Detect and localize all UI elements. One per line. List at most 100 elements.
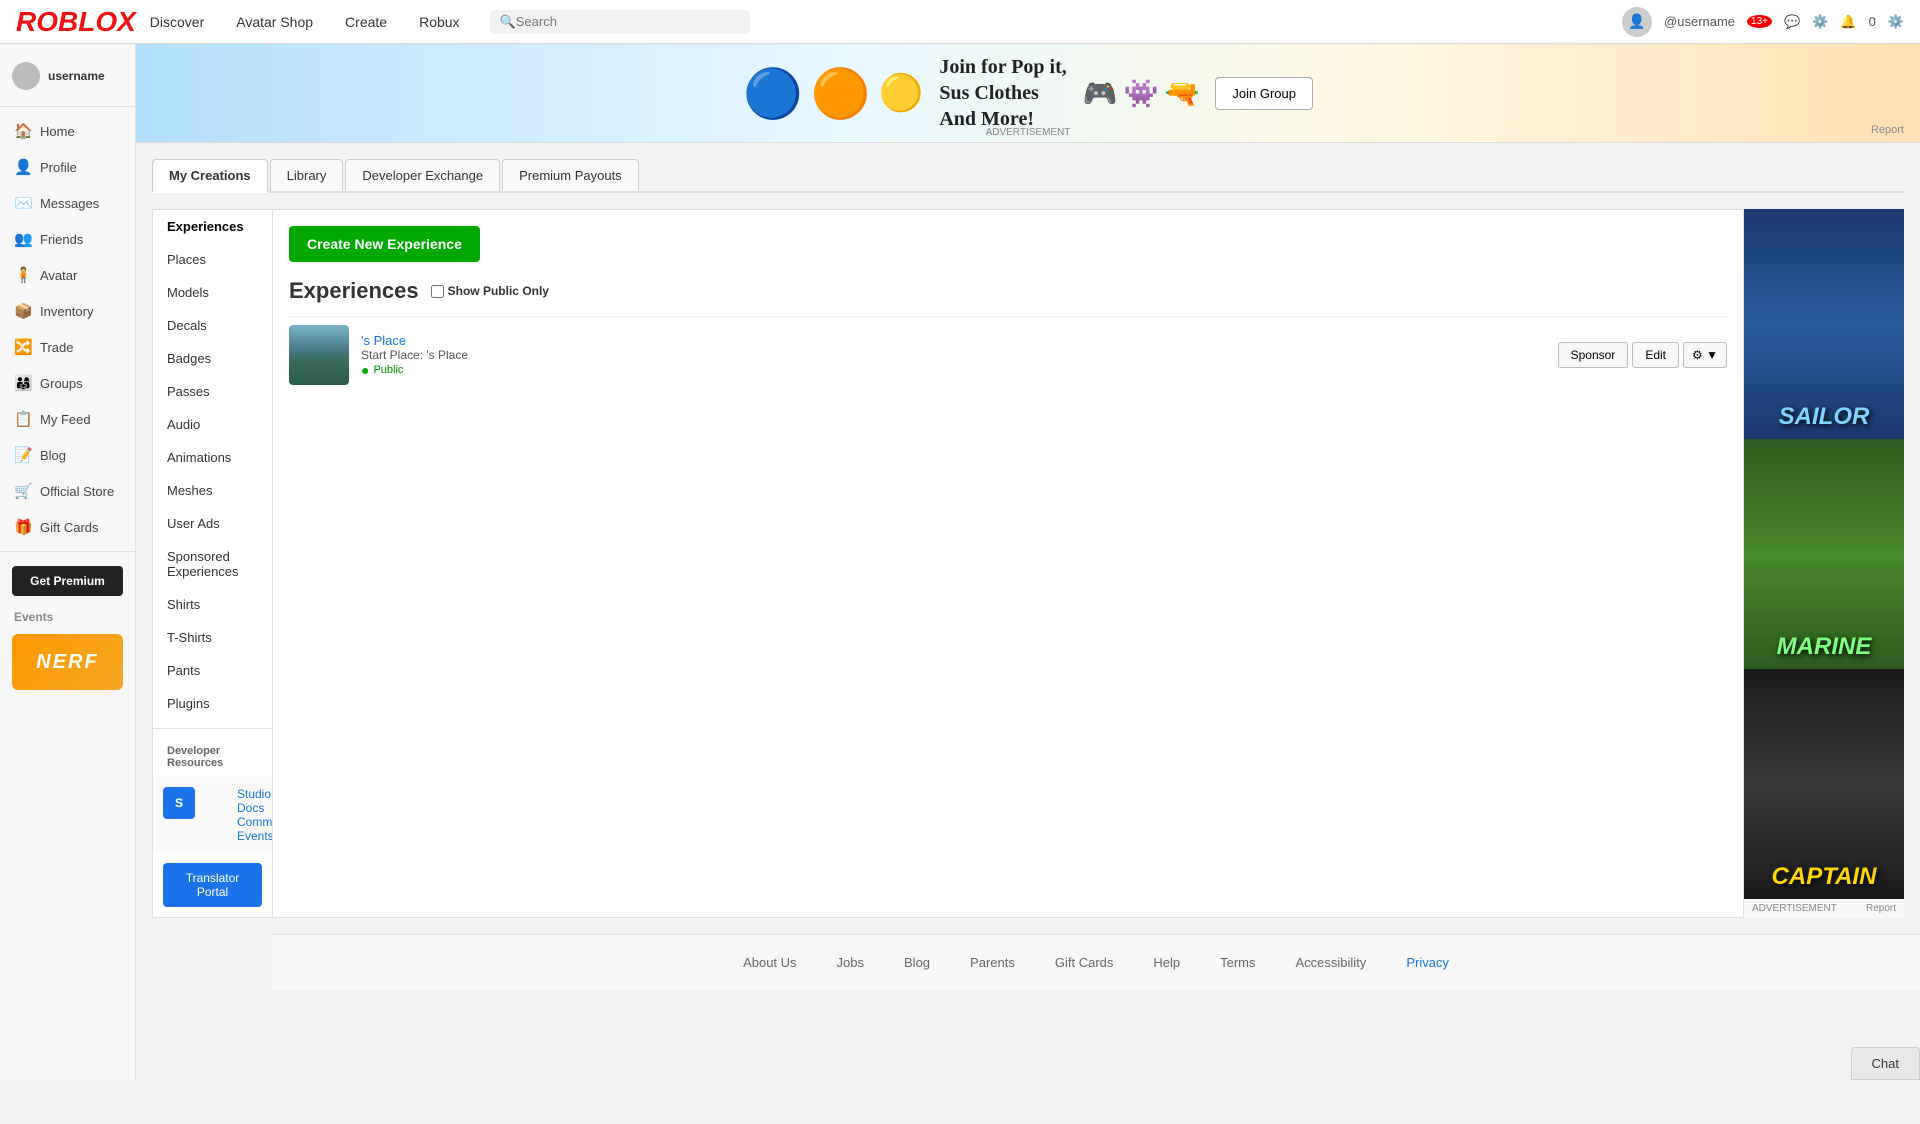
marine-label: MARINE xyxy=(1777,633,1872,661)
left-panel-shirts[interactable]: Shirts xyxy=(153,588,272,621)
search-icon: 🔍 xyxy=(500,14,516,30)
translator-portal-button[interactable]: Translator Portal xyxy=(163,863,262,907)
left-panel-animations[interactable]: Animations xyxy=(153,441,272,474)
nav-create[interactable]: Create xyxy=(331,8,401,36)
footer-help[interactable]: Help xyxy=(1153,955,1180,970)
blog-icon: 📝 xyxy=(14,446,32,464)
experience-thumbnail xyxy=(289,325,349,385)
gear-icon[interactable]: ⚙️ xyxy=(1812,14,1828,30)
edit-button[interactable]: Edit xyxy=(1632,342,1679,368)
report-ad-button[interactable]: Report xyxy=(1871,124,1904,136)
messages-icon: ✉️ xyxy=(14,194,32,212)
experience-visibility: ● Public xyxy=(361,362,1546,378)
sidebar-username: username xyxy=(48,69,105,83)
settings-icon[interactable]: ⚙️ xyxy=(1888,14,1904,30)
right-ad-footer: ADVERTISEMENT Report xyxy=(1744,899,1904,918)
avatar[interactable]: 👤 xyxy=(1622,7,1652,37)
left-panel-user-ads[interactable]: User Ads xyxy=(153,507,272,540)
tab-library[interactable]: Library xyxy=(270,159,344,191)
get-premium-button[interactable]: Get Premium xyxy=(12,566,123,596)
tab-developer-exchange[interactable]: Developer Exchange xyxy=(345,159,500,191)
nav-right-area: 👤 @username 13+ 💬 ⚙️ 🔔 0 ⚙️ xyxy=(1622,7,1904,37)
sidebar-item-profile-label: Profile xyxy=(40,160,77,175)
notification-count: 0 xyxy=(1869,14,1876,29)
pop-it-icon: 🔵 xyxy=(743,65,803,122)
right-advertisement: SAILOR MARINE CAPTAIN ADVERTISEMENT Repo… xyxy=(1744,209,1904,918)
experience-name[interactable]: 's Place xyxy=(361,333,1546,348)
sidebar-item-inventory[interactable]: 📦 Inventory xyxy=(0,293,135,329)
sidebar-item-home-label: Home xyxy=(40,124,75,139)
myfeed-icon: 📋 xyxy=(14,410,32,428)
search-bar[interactable]: 🔍 xyxy=(490,10,750,34)
ad-game-icons: 🎮👾🔫 xyxy=(1083,77,1200,110)
left-panel-places[interactable]: Places xyxy=(153,243,272,276)
pop-it-yellow: 🟡 xyxy=(879,72,924,114)
footer-jobs[interactable]: Jobs xyxy=(837,955,864,970)
notifications-icon[interactable]: 🔔 xyxy=(1840,14,1856,30)
sidebar-item-messages[interactable]: ✉️ Messages xyxy=(0,185,135,221)
sidebar-item-trade-label: Trade xyxy=(40,340,73,355)
sailor-label: SAILOR xyxy=(1779,403,1870,431)
right-ad-report-label[interactable]: Report xyxy=(1866,903,1896,914)
right-panel: Create New Experience Experiences Show P… xyxy=(272,209,1744,918)
giftcard-icon: 🎁 xyxy=(14,518,32,536)
inventory-icon: 📦 xyxy=(14,302,32,320)
sidebar-item-myfeed[interactable]: 📋 My Feed xyxy=(0,401,135,437)
footer-terms[interactable]: Terms xyxy=(1220,955,1255,970)
main-tabs: My Creations Library Developer Exchange … xyxy=(152,159,1904,193)
left-panel-meshes[interactable]: Meshes xyxy=(153,474,272,507)
experience-settings-button[interactable]: ⚙ ▼ xyxy=(1683,342,1727,368)
left-panel-experiences[interactable]: Experiences xyxy=(153,210,272,243)
experience-actions: Sponsor Edit ⚙ ▼ xyxy=(1558,342,1727,368)
nav-links: Discover Avatar Shop Create Robux xyxy=(136,8,474,36)
footer-blog[interactable]: Blog xyxy=(904,955,930,970)
sidebar-item-home[interactable]: 🏠 Home xyxy=(0,113,135,149)
nav-avatar-shop[interactable]: Avatar Shop xyxy=(222,8,327,36)
join-group-button[interactable]: Join Group xyxy=(1215,77,1313,110)
left-panel-pants[interactable]: Pants xyxy=(153,654,272,687)
chat-icon[interactable]: 💬 xyxy=(1784,14,1800,30)
left-panel-badges[interactable]: Badges xyxy=(153,342,272,375)
sidebar: username 🏠 Home 👤 Profile ✉️ Messages 👥 … xyxy=(0,44,136,1080)
left-panel-tshirts[interactable]: T-Shirts xyxy=(153,621,272,654)
sidebar-item-officialstore[interactable]: 🛒 Official Store xyxy=(0,473,135,509)
footer-giftcards[interactable]: Gift Cards xyxy=(1055,955,1114,970)
left-panel-decals[interactable]: Decals xyxy=(153,309,272,342)
events-nerf-banner[interactable]: NERF xyxy=(12,634,123,690)
experience-item: 's Place Start Place: 's Place ● Public … xyxy=(289,316,1727,393)
footer-parents[interactable]: Parents xyxy=(970,955,1015,970)
tab-premium-payouts[interactable]: Premium Payouts xyxy=(502,159,639,191)
left-panel-models[interactable]: Models xyxy=(153,276,272,309)
nav-robux[interactable]: Robux xyxy=(405,8,473,36)
sidebar-item-profile[interactable]: 👤 Profile xyxy=(0,149,135,185)
sidebar-item-friends[interactable]: 👥 Friends xyxy=(0,221,135,257)
tab-my-creations[interactable]: My Creations xyxy=(152,159,268,193)
nav-discover[interactable]: Discover xyxy=(136,8,218,36)
sidebar-item-avatar[interactable]: 🧍 Avatar xyxy=(0,257,135,293)
sponsor-button[interactable]: Sponsor xyxy=(1558,342,1629,368)
groups-icon: 👨‍👩‍👧 xyxy=(14,374,32,392)
profile-icon: 👤 xyxy=(14,158,32,176)
show-public-checkbox[interactable] xyxy=(431,285,444,298)
sidebar-item-trade[interactable]: 🔀 Trade xyxy=(0,329,135,365)
left-panel-audio[interactable]: Audio xyxy=(153,408,272,441)
show-public-label[interactable]: Show Public Only xyxy=(431,284,549,298)
sailor-ad-section: SAILOR xyxy=(1744,209,1904,439)
footer-about[interactable]: About Us xyxy=(743,955,796,970)
search-input[interactable] xyxy=(516,14,740,29)
two-column-layout: Experiences Places Models Decals Badges … xyxy=(152,209,1904,918)
avatar-icon: 🧍 xyxy=(14,266,32,284)
age-badge: 13+ xyxy=(1747,15,1772,28)
left-panel-passes[interactable]: Passes xyxy=(153,375,272,408)
settings-gear-icon: ⚙ xyxy=(1692,348,1703,362)
chat-button[interactable]: Chat xyxy=(1851,1047,1920,1080)
sidebar-item-groups[interactable]: 👨‍👩‍👧 Groups xyxy=(0,365,135,401)
footer-accessibility[interactable]: Accessibility xyxy=(1296,955,1367,970)
left-panel-sponsored-experiences[interactable]: Sponsored Experiences xyxy=(153,540,272,588)
left-panel-plugins[interactable]: Plugins xyxy=(153,687,272,720)
sidebar-item-blog[interactable]: 📝 Blog xyxy=(0,437,135,473)
sidebar-item-giftcards[interactable]: 🎁 Gift Cards xyxy=(0,509,135,545)
captain-label: CAPTAIN xyxy=(1772,863,1877,891)
footer-privacy[interactable]: Privacy xyxy=(1406,955,1449,970)
create-new-experience-button[interactable]: Create New Experience xyxy=(289,226,480,262)
